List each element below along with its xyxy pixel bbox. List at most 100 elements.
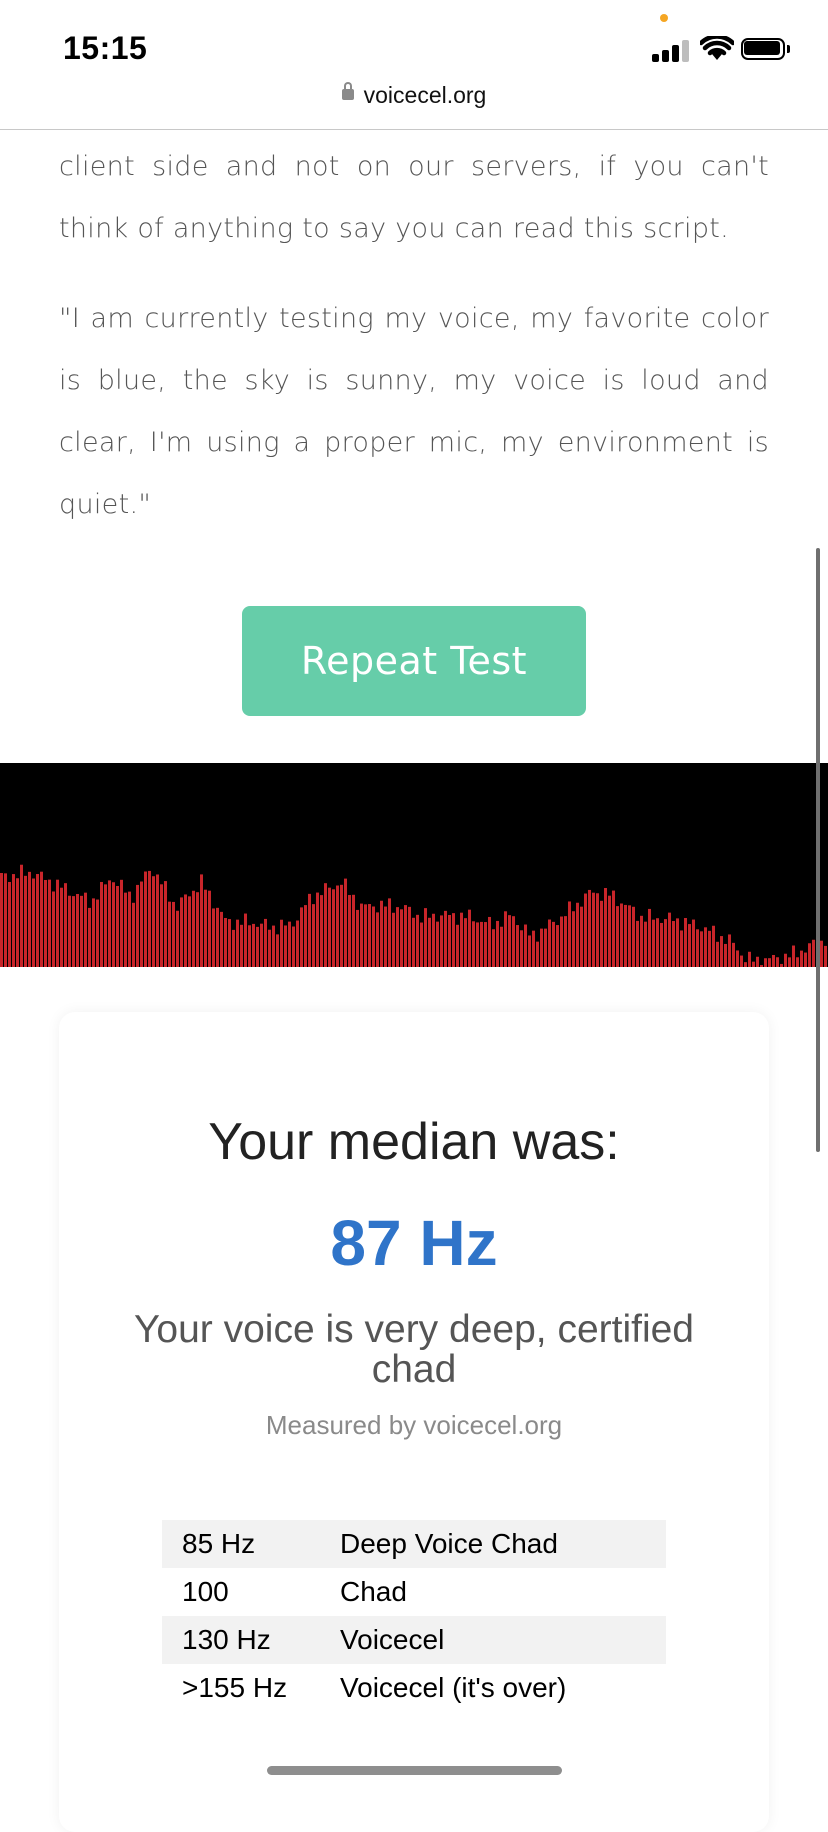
frequency-bar — [48, 879, 51, 967]
frequency-bar — [612, 890, 615, 967]
frequency-bar — [528, 935, 531, 967]
freq-cell: 85 Hz — [182, 1528, 256, 1559]
frequency-bar — [380, 900, 383, 967]
frequency-bar — [104, 884, 107, 967]
frequency-bar — [260, 923, 263, 967]
frequency-bar — [524, 924, 527, 967]
frequency-bar — [84, 892, 87, 967]
frequency-bar — [708, 930, 711, 967]
frequency-bar — [648, 908, 651, 967]
frequency-bar — [772, 954, 775, 967]
frequency-bar — [608, 895, 611, 967]
frequency-bar — [628, 905, 631, 967]
frequency-bar — [340, 884, 343, 967]
intro-paragraph: client side and not on our servers, if y… — [59, 151, 769, 244]
frequency-bar — [92, 898, 95, 967]
frequency-bar — [300, 907, 303, 967]
frequency-bar — [304, 905, 307, 967]
frequency-bar — [168, 901, 171, 967]
frequency-bar — [564, 916, 567, 967]
frequency-bar — [432, 913, 435, 967]
frequency-bar — [228, 919, 231, 967]
frequency-bar — [600, 900, 603, 967]
mic-in-use-indicator — [660, 14, 668, 22]
battery-icon — [741, 38, 791, 62]
frequency-bar — [552, 921, 555, 967]
frequency-bar — [636, 920, 639, 967]
frequency-bar — [700, 931, 703, 967]
frequency-bar — [556, 925, 559, 967]
frequency-bar — [692, 919, 695, 967]
frequency-bar — [36, 874, 39, 967]
frequency-bar — [428, 917, 431, 967]
frequency-bar — [464, 918, 467, 967]
frequency-bar — [80, 895, 83, 967]
frequency-bar — [28, 871, 31, 967]
frequency-bar — [408, 906, 411, 967]
freq-cell: >155 Hz — [182, 1672, 288, 1703]
repeat-test-button[interactable]: Repeat Test — [242, 606, 586, 716]
frequency-bar — [316, 892, 319, 967]
frequency-bar — [240, 924, 243, 967]
frequency-bar — [496, 920, 499, 967]
table-row: 85 Hz Deep Voice Chad — [162, 1520, 666, 1568]
frequency-bar — [328, 887, 331, 967]
frequency-bar — [572, 911, 575, 967]
frequency-bar — [444, 910, 447, 967]
frequency-bar — [540, 928, 543, 967]
frequency-bar — [156, 874, 159, 967]
frequency-bar — [204, 889, 207, 967]
address-bar[interactable]: voicecel.org — [0, 82, 828, 109]
frequency-bar — [508, 915, 511, 967]
frequency-bar — [120, 879, 123, 967]
frequency-bar — [400, 909, 403, 967]
voice-verdict: Your voice is very deep, certified chad — [133, 1308, 694, 1391]
frequency-bar — [76, 893, 79, 967]
frequency-bar — [752, 961, 755, 967]
frequency-bar — [276, 934, 279, 967]
frequency-bar — [684, 918, 687, 967]
table-row: 130 Hz Voicecel — [162, 1616, 666, 1664]
frequency-bar — [768, 958, 771, 967]
frequency-bar — [220, 911, 223, 967]
frequency-bar — [112, 882, 115, 967]
frequency-bar — [40, 871, 43, 967]
frequency-bar — [388, 898, 391, 967]
frequency-bar — [148, 870, 151, 967]
scrollbar[interactable] — [816, 548, 820, 1152]
frequency-bar — [404, 905, 407, 967]
frequency-bar — [392, 912, 395, 967]
frequency-bar — [292, 926, 295, 967]
frequency-bar — [44, 879, 47, 967]
freq-cell: 100 — [182, 1576, 229, 1607]
url-text: voicecel.org — [363, 82, 487, 108]
lock-icon — [341, 82, 354, 101]
frequency-bar — [784, 953, 787, 967]
frequency-bar — [472, 921, 475, 967]
frequency-bar — [32, 878, 35, 967]
frequency-bar — [504, 911, 507, 967]
frequency-bar — [416, 914, 419, 967]
frequency-bar — [368, 904, 371, 967]
frequency-bar — [72, 896, 75, 967]
frequency-bar — [192, 890, 195, 967]
frequency-bar — [356, 909, 359, 967]
frequency-bar — [660, 922, 663, 967]
home-indicator — [267, 1766, 562, 1775]
frequency-bar — [536, 941, 539, 967]
frequency-bar — [456, 924, 459, 967]
frequency-bar — [532, 930, 535, 967]
frequency-bar — [100, 881, 103, 967]
frequency-bar — [232, 929, 235, 967]
frequency-bar — [124, 892, 127, 967]
frequency-bar — [796, 957, 799, 967]
frequency-bar — [376, 912, 379, 967]
frequency-bar — [364, 904, 367, 967]
frequency-bar — [468, 909, 471, 967]
frequency-bar — [8, 881, 11, 967]
frequency-bar — [60, 887, 63, 967]
toolbar-divider — [0, 129, 828, 130]
frequency-bar — [132, 902, 135, 967]
measured-by-text: Measured by voicecel.org — [265, 1410, 563, 1440]
frequency-bar — [324, 883, 327, 967]
